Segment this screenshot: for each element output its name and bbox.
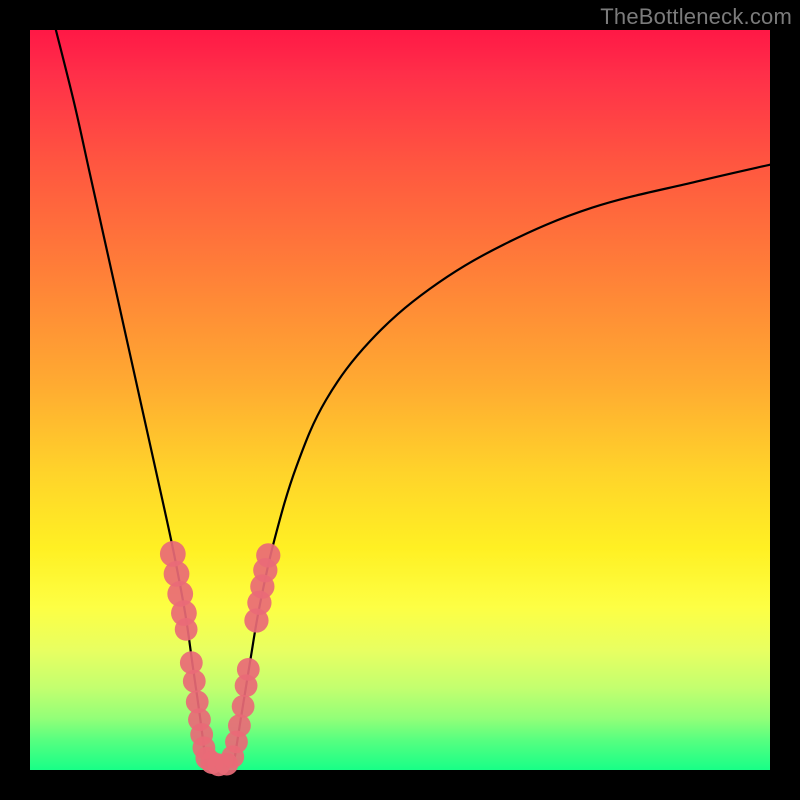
outer-frame: TheBottleneck.com — [0, 0, 800, 800]
data-marker — [237, 658, 260, 681]
data-marker — [183, 670, 206, 693]
data-marker — [256, 543, 280, 567]
series-right-branch — [234, 165, 771, 766]
data-marker — [175, 618, 198, 641]
chart-svg — [30, 30, 770, 770]
data-marker — [228, 714, 251, 737]
plot-area — [30, 30, 770, 770]
watermark-text: TheBottleneck.com — [600, 4, 792, 30]
marker-group — [160, 541, 280, 776]
data-marker — [232, 695, 255, 718]
